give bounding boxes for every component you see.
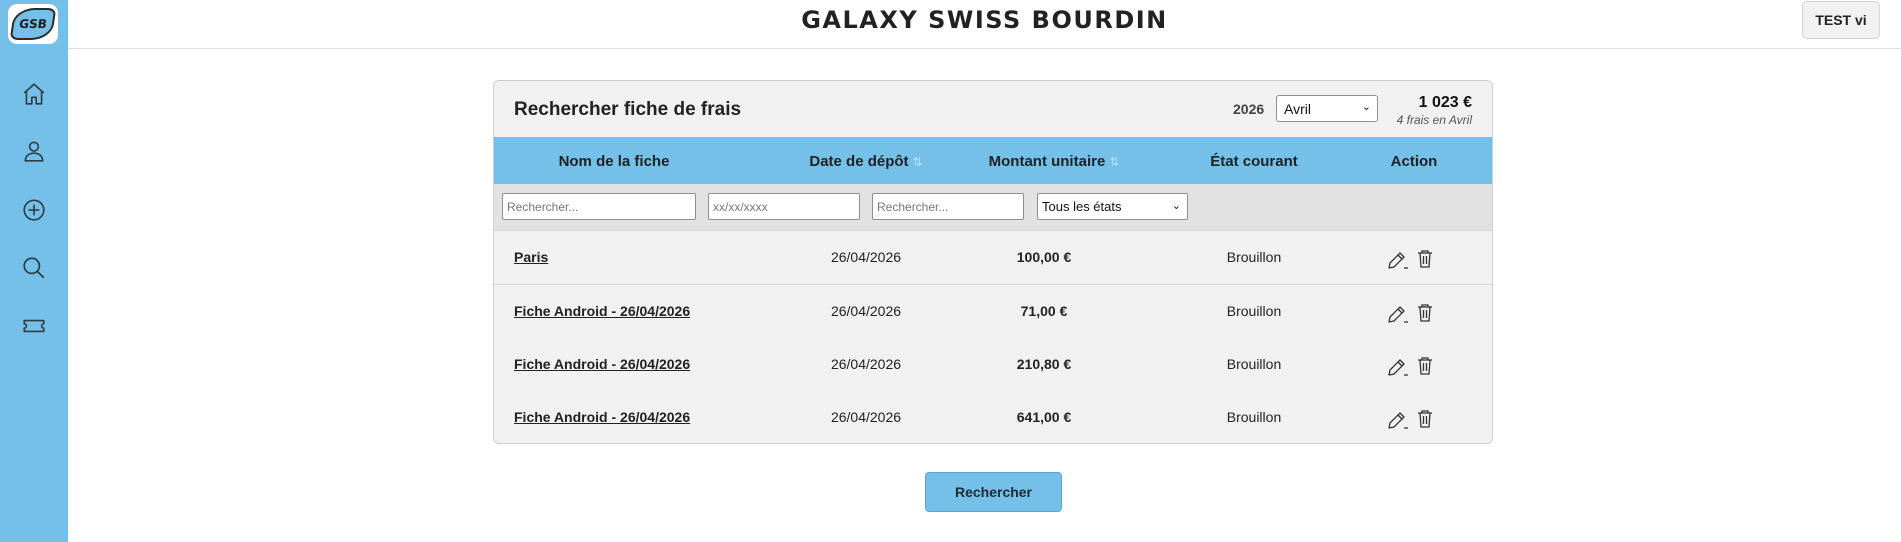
user-icon[interactable] <box>18 135 50 167</box>
expense-state: Brouillon <box>1226 303 1282 319</box>
trash-icon[interactable] <box>1416 303 1434 323</box>
expense-amount: 71,00 € <box>1020 303 1068 319</box>
month-select-value: Avril <box>1284 100 1311 117</box>
add-circle-icon[interactable] <box>18 194 50 226</box>
home-icon[interactable] <box>18 78 50 110</box>
month-select[interactable]: Avril ⌄ <box>1276 95 1378 122</box>
expense-state: Brouillon <box>1226 249 1282 265</box>
sort-icon[interactable]: ⇅ <box>913 155 923 169</box>
column-header-amount[interactable]: Montant unitaire ⇅ <box>954 153 1154 170</box>
expense-name-link[interactable]: Fiche Android - 26/04/2026 <box>514 409 690 425</box>
search-submit-button[interactable]: Rechercher <box>925 472 1062 512</box>
top-header: GALAXY SWISS BOURDIN TEST vi <box>68 0 1901 49</box>
edit-pencil-icon[interactable] <box>1387 250 1409 270</box>
table-row: Fiche Android - 26/04/2026 26/04/2026 71… <box>494 285 1492 339</box>
filter-bar: Tous les états ⌄ <box>494 184 1492 231</box>
edit-pencil-icon[interactable] <box>1387 410 1409 430</box>
expense-search-panel: Rechercher fiche de frais 2026 Avril ⌄ 1… <box>493 80 1493 444</box>
trash-icon[interactable] <box>1416 356 1434 376</box>
year-label: 2026 <box>1233 101 1265 117</box>
column-header-date[interactable]: Date de dépôt ⇅ <box>766 153 966 170</box>
expense-date: 26/04/2026 <box>830 356 902 372</box>
logo-mark: GSB <box>9 8 57 40</box>
app-title: GALAXY SWISS BOURDIN <box>801 6 1168 34</box>
gsb-logo[interactable]: GSB <box>8 4 58 44</box>
search-icon[interactable] <box>18 252 50 284</box>
table-row: Paris 26/04/2026 100,00 € Brouillon <box>494 231 1492 285</box>
panel-header: Rechercher fiche de frais 2026 Avril ⌄ 1… <box>494 81 1492 137</box>
expense-date: 26/04/2026 <box>830 249 902 265</box>
chevron-down-icon: ⌄ <box>1361 101 1371 113</box>
ticket-icon[interactable] <box>18 310 50 342</box>
table-row: Fiche Android - 26/04/2026 26/04/2026 21… <box>494 338 1492 392</box>
expense-name-link[interactable]: Fiche Android - 26/04/2026 <box>514 356 690 372</box>
column-header-name-label: Nom de la fiche <box>558 153 670 170</box>
edit-pencil-icon[interactable] <box>1387 357 1409 377</box>
expense-date: 26/04/2026 <box>830 409 902 425</box>
sidebar: GSB <box>0 0 68 542</box>
trash-icon[interactable] <box>1416 249 1434 269</box>
column-header-name: Nom de la fiche <box>524 153 704 170</box>
column-header-date-label: Date de dépôt <box>809 153 909 170</box>
expense-name-link[interactable]: Fiche Android - 26/04/2026 <box>514 303 690 319</box>
panel-title: Rechercher fiche de frais <box>514 99 742 120</box>
table-row: Fiche Android - 26/04/2026 26/04/2026 64… <box>494 391 1492 443</box>
expense-name-link[interactable]: Paris <box>514 249 548 265</box>
table-header: Nom de la fiche Date de dépôt ⇅ Montant u… <box>494 137 1492 184</box>
expense-amount: 641,00 € <box>1016 409 1072 425</box>
total-amount: 1 023 € <box>1418 94 1472 111</box>
total-caption: 4 frais en Avril <box>1396 113 1472 127</box>
sort-icon[interactable]: ⇅ <box>1109 155 1119 169</box>
expense-amount: 210,80 € <box>1016 356 1072 372</box>
trash-icon[interactable] <box>1416 409 1434 429</box>
edit-pencil-icon[interactable] <box>1387 304 1409 324</box>
column-header-amount-label: Montant unitaire <box>988 153 1106 170</box>
state-filter-select[interactable]: Tous les états ⌄ <box>1037 193 1188 220</box>
state-filter-value: Tous les états <box>1042 199 1122 214</box>
expense-state: Brouillon <box>1226 356 1282 372</box>
column-header-state-label: État courant <box>1210 153 1298 170</box>
name-filter-input[interactable] <box>502 193 696 220</box>
expense-state: Brouillon <box>1226 409 1282 425</box>
date-filter-input[interactable] <box>708 193 860 220</box>
expense-date: 26/04/2026 <box>830 303 902 319</box>
column-header-action: Action <box>1354 153 1474 170</box>
column-header-state: État courant <box>1174 153 1334 170</box>
amount-filter-input[interactable] <box>872 193 1024 220</box>
expense-amount: 100,00 € <box>1016 249 1072 265</box>
user-menu-button[interactable]: TEST vi <box>1802 1 1880 39</box>
chevron-down-icon: ⌄ <box>1171 200 1181 212</box>
column-header-action-label: Action <box>1390 153 1438 170</box>
